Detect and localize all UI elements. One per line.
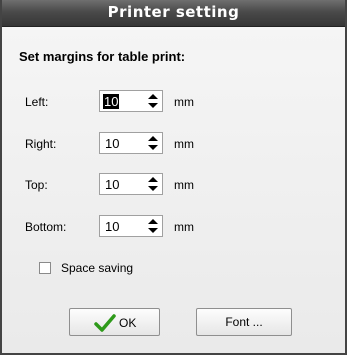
margin-unit-left: mm [174, 95, 194, 109]
right-margin-spinner[interactable]: 10 [99, 132, 163, 154]
top-margin-value[interactable]: 10 [105, 177, 119, 192]
ok-button[interactable]: OK [69, 308, 160, 336]
window-title: Printer setting [107, 3, 240, 21]
space-saving-checkbox[interactable] [39, 262, 51, 274]
spin-arrows-icon[interactable] [148, 135, 158, 151]
margin-label-bottom: Bottom: [25, 220, 67, 234]
margin-label-left: Left: [25, 95, 49, 109]
spin-arrows-icon[interactable] [148, 218, 158, 234]
right-margin-value[interactable]: 10 [105, 136, 119, 151]
left-margin-spinner[interactable]: 10 [99, 90, 163, 112]
title-bar[interactable]: Printer setting [2, 0, 345, 27]
margin-unit-top: mm [174, 178, 194, 192]
spin-arrows-icon[interactable] [148, 176, 158, 192]
ok-button-label: OK [119, 316, 137, 330]
checkmark-icon [94, 314, 116, 332]
margin-unit-bottom: mm [174, 220, 194, 234]
font-button-label: Font ... [225, 315, 263, 329]
font-button[interactable]: Font ... [196, 308, 292, 336]
bottom-margin-spinner[interactable]: 10 [99, 215, 163, 237]
spin-arrows-icon[interactable] [148, 93, 158, 109]
space-saving-label[interactable]: Space saving [61, 261, 133, 275]
printer-setting-dialog: Printer setting Set margins for table pr… [0, 0, 347, 355]
top-margin-spinner[interactable]: 10 [99, 173, 163, 195]
margin-label-right: Right: [25, 137, 57, 151]
margin-label-top: Top: [25, 178, 48, 192]
margin-unit-right: mm [174, 137, 194, 151]
bottom-margin-value[interactable]: 10 [105, 219, 119, 234]
left-margin-value[interactable]: 10 [103, 94, 120, 109]
margins-heading: Set margins for table print: [19, 49, 186, 64]
